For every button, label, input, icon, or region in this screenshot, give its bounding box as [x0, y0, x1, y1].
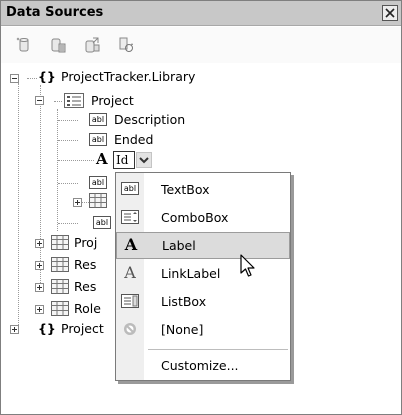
menu-item-customize[interactable]: Customize...	[116, 352, 290, 380]
menu-item-linklabel[interactable]: A LinkLabel	[116, 260, 290, 287]
menu-item-listbox[interactable]: ListBox	[116, 288, 290, 315]
table-icon	[51, 235, 69, 253]
configure-icon[interactable]	[83, 36, 101, 54]
menu-item-textbox[interactable]: abl TextBox	[116, 176, 290, 203]
panel-title: Data Sources	[6, 5, 104, 20]
tree-node-label[interactable]: Proj	[74, 235, 97, 251]
data-sources-panel: Data Sources {} ProjectTracker.Library P…	[0, 0, 402, 415]
expand-toggle[interactable]	[35, 283, 44, 292]
combobox-icon	[120, 209, 140, 225]
mouse-pointer-icon	[240, 254, 256, 281]
tree-field-label[interactable]: Ended	[114, 132, 153, 148]
add-data-source-icon[interactable]	[15, 36, 33, 54]
table-icon	[51, 301, 69, 319]
table-icon	[51, 279, 69, 297]
table-icon	[51, 257, 69, 275]
expand-toggle[interactable]	[35, 239, 44, 248]
tree-node-root-label[interactable]: ProjectTracker.Library	[61, 69, 195, 85]
collapse-toggle[interactable]	[35, 96, 44, 105]
close-icon[interactable]	[382, 5, 398, 21]
textbox-icon: abl	[89, 176, 107, 189]
collapse-toggle[interactable]	[10, 74, 19, 83]
tree-node-label[interactable]: Res	[74, 279, 96, 295]
textbox-icon: abl	[89, 133, 107, 146]
toolbar	[1, 27, 401, 63]
listbox-icon	[120, 293, 140, 309]
edit-dataset-icon[interactable]	[49, 36, 67, 54]
link-label-icon: A	[124, 263, 136, 282]
expand-toggle[interactable]	[73, 198, 82, 207]
menu-separator	[148, 349, 288, 350]
details-list-icon	[64, 93, 84, 111]
expand-toggle[interactable]	[35, 305, 44, 314]
textbox-icon: abl	[93, 216, 111, 229]
label-control-icon: A	[124, 235, 138, 254]
textbox-icon: abl	[89, 113, 107, 126]
panel-titlebar: Data Sources	[1, 1, 401, 26]
label-control-icon: A	[96, 150, 108, 168]
refresh-icon[interactable]	[117, 36, 135, 54]
control-type-value: Id	[113, 151, 135, 169]
control-type-menu: abl TextBox ComboBox A Label A LinkLabel	[115, 172, 291, 381]
tree-field-label[interactable]: Description	[114, 112, 185, 128]
textbox-icon: abl	[120, 181, 140, 197]
expand-toggle[interactable]	[10, 325, 19, 334]
menu-item-combobox[interactable]: ComboBox	[116, 204, 290, 231]
tree-node-label[interactable]: Role	[74, 301, 101, 317]
tree-node-root-label[interactable]: Project	[61, 321, 104, 337]
expand-toggle[interactable]	[35, 261, 44, 270]
menu-item-label[interactable]: A Label	[116, 232, 290, 259]
namespace-icon: {}	[38, 69, 56, 84]
namespace-icon: {}	[38, 321, 56, 336]
table-icon	[89, 193, 107, 211]
chevron-down-icon[interactable]	[136, 152, 152, 168]
tree-node-project-label[interactable]: Project	[91, 93, 134, 109]
menu-item-none[interactable]: [None]	[116, 316, 290, 343]
control-type-combo[interactable]: Id	[113, 151, 153, 169]
prohibited-icon	[120, 321, 140, 337]
tree-node-label[interactable]: Res	[74, 257, 96, 273]
